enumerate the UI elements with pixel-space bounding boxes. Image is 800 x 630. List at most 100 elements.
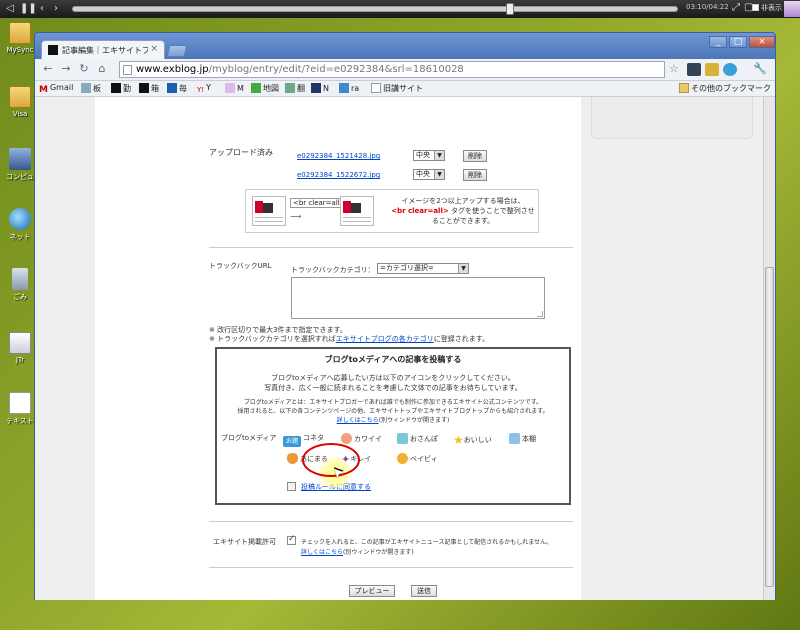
- hint-line: タグを使うことで整列させ: [448, 207, 535, 215]
- seek-bar[interactable]: [72, 6, 678, 12]
- home-icon[interactable]: ⌂: [95, 62, 109, 76]
- uploaded-file-link[interactable]: e0292384_1521428.jpg: [297, 152, 380, 160]
- scroll-thumb[interactable]: [765, 267, 774, 587]
- agree-rules-checkbox[interactable]: [287, 482, 296, 491]
- text-line: [343, 217, 371, 218]
- media-detail-suffix: (別ウィンドウが開きます): [378, 417, 450, 424]
- category-oishii[interactable]: ★おいしい: [453, 433, 492, 447]
- category-kawaii[interactable]: カワイイ: [341, 433, 382, 444]
- extension-icon[interactable]: [723, 63, 737, 76]
- hide-toggle[interactable]: 非表示: [752, 3, 782, 13]
- preview-button[interactable]: プレビュー: [349, 585, 395, 597]
- align-select[interactable]: 中央 ▼: [413, 150, 445, 161]
- tab-close-icon[interactable]: ×: [150, 44, 158, 54]
- category-osanpo[interactable]: おさんぽ: [397, 433, 438, 444]
- right-panel: [591, 97, 753, 139]
- maximize-button[interactable]: □: [729, 36, 747, 48]
- new-tab-button[interactable]: [166, 45, 188, 57]
- tab-active[interactable]: 記事編集｜エキサイトブログ ×: [41, 40, 165, 59]
- bookmark-item[interactable]: ra: [339, 83, 359, 93]
- hint-red-tag: <br clear=all>: [391, 207, 449, 215]
- desktop-icon-label: ごみ: [13, 293, 27, 301]
- desktop-icon-visa[interactable]: Visa: [2, 86, 38, 118]
- br-clear-hint: <br clear=all> ⟶ イメージを2つ以上アップする場合は、 <br …: [245, 189, 539, 233]
- flower-icon: [397, 453, 408, 464]
- note-suffix: に登録されます。: [433, 335, 490, 343]
- chevron-right-icon[interactable]: ›: [50, 2, 62, 15]
- resize-grip-icon[interactable]: [537, 311, 543, 317]
- trackback-note-2: ※ トラックバックカテゴリを選択すればエキサイトブログの各カテゴリに登録されます…: [209, 334, 489, 344]
- page-icon: [371, 83, 381, 93]
- align-select[interactable]: 中央 ▼: [413, 169, 445, 180]
- browser-window: 記事編集｜エキサイトブログ × _ □ × ← → ↻ ⌂ www.exblog…: [34, 32, 776, 600]
- bookmark-item[interactable]: 旧講サイト: [371, 83, 423, 94]
- trackback-category-select[interactable]: =カテゴリ選択= ▼: [377, 263, 469, 274]
- delete-button[interactable]: 削除: [463, 169, 487, 181]
- bookmark-label: 地図: [263, 84, 279, 93]
- bookmark-icon: [81, 83, 91, 93]
- minimize-button[interactable]: _: [709, 36, 727, 48]
- desktop-icon-network[interactable]: ネット: [2, 208, 38, 242]
- hide-checkbox[interactable]: [752, 4, 759, 11]
- category-baby[interactable]: ベイビィ: [397, 453, 438, 464]
- desktop-icon-label: テキスト: [6, 417, 34, 425]
- bookmark-item[interactable]: 箱: [139, 83, 159, 94]
- bookmark-label: ra: [351, 84, 360, 93]
- hint-line: ることができます。: [431, 217, 495, 225]
- delete-button[interactable]: 削除: [463, 150, 487, 162]
- excite-permit-checkbox[interactable]: [287, 534, 296, 545]
- uploaded-file-link[interactable]: e0292384_1522672.jpg: [297, 171, 380, 179]
- fullscreen-icon[interactable]: ⤢: [732, 2, 740, 13]
- desktop-icon-computer[interactable]: コンピュ: [2, 148, 38, 182]
- chevron-left-icon[interactable]: ‹: [36, 2, 48, 15]
- divider: [209, 567, 573, 568]
- edit-form: アップロード済み e0292384_1521428.jpg 中央 ▼ 削除 e02…: [95, 97, 581, 600]
- address-bar[interactable]: www.exblog.jp/myblog/entry/edit/?eid=e02…: [119, 61, 665, 78]
- star-icon[interactable]: ☆: [669, 62, 679, 75]
- back-icon[interactable]: ◁: [4, 2, 16, 15]
- bookmark-item[interactable]: Y! Y: [197, 83, 211, 96]
- text-line: [343, 221, 371, 222]
- bookmark-item[interactable]: N: [311, 83, 329, 93]
- bookmark-gmail[interactable]: M Gmail: [39, 83, 73, 95]
- back-arrow-icon[interactable]: ←: [41, 62, 55, 76]
- bookmark-item[interactable]: 板: [81, 83, 101, 94]
- submit-button[interactable]: 送信: [411, 585, 437, 597]
- bookmark-item[interactable]: 毎: [167, 83, 187, 94]
- other-bookmarks[interactable]: その他のブックマーク: [679, 83, 771, 94]
- exblog-favicon-icon: [48, 45, 58, 55]
- bookmark-item[interactable]: M: [225, 83, 244, 93]
- exblog-category-link[interactable]: エキサイトブログの各カテゴリ: [336, 335, 434, 343]
- book-icon: [509, 433, 520, 444]
- url-text: www.exblog.jp/myblog/entry/edit/?eid=e02…: [136, 64, 464, 75]
- extension-icon[interactable]: [705, 63, 719, 76]
- folder-icon: [9, 86, 31, 108]
- desktop-icon-text[interactable]: テキスト: [2, 392, 38, 426]
- bookmark-icon: [139, 83, 149, 93]
- desktop-icon-mysync[interactable]: MySync: [2, 22, 38, 54]
- trackback-url-textarea[interactable]: [291, 277, 545, 319]
- bookmark-item[interactable]: 地図: [251, 83, 279, 94]
- bookmark-item[interactable]: 翻: [285, 83, 305, 94]
- vertical-scrollbar[interactable]: [763, 97, 775, 600]
- media-detail-link[interactable]: 詳しくはこちら: [337, 417, 379, 424]
- pause-icon[interactable]: ❚❚: [20, 2, 37, 15]
- desktop-icon-jtr[interactable]: JTr: [2, 332, 38, 364]
- star-icon: ★: [453, 433, 464, 447]
- bookmarks-bar: M Gmail 板 勤 箱 毎 Y! Y M 地図 翻 N ra 旧講サイト その他…: [35, 81, 775, 97]
- bookmark-item[interactable]: 勤: [111, 83, 131, 94]
- wrench-icon[interactable]: 🔧: [753, 62, 767, 76]
- forward-arrow-icon[interactable]: →: [59, 62, 73, 76]
- desktop-icon-trash[interactable]: ごみ: [2, 268, 38, 302]
- category-hondana[interactable]: 本棚: [509, 433, 536, 444]
- excite-permit-detail-link[interactable]: 詳しくはこちら: [301, 549, 343, 556]
- seek-knob[interactable]: [506, 3, 514, 15]
- reload-icon[interactable]: ↻: [77, 62, 91, 76]
- yahoo-icon: Y!: [197, 86, 205, 94]
- extension-icon[interactable]: [687, 63, 701, 76]
- desktop-icon-label: MySync: [6, 46, 34, 54]
- category-label: ベイビィ: [410, 455, 438, 463]
- bookmark-label: N: [323, 84, 329, 93]
- close-window-button[interactable]: ×: [749, 36, 775, 48]
- media-title: ブログtoメディアへの記事を投稿する: [324, 355, 462, 364]
